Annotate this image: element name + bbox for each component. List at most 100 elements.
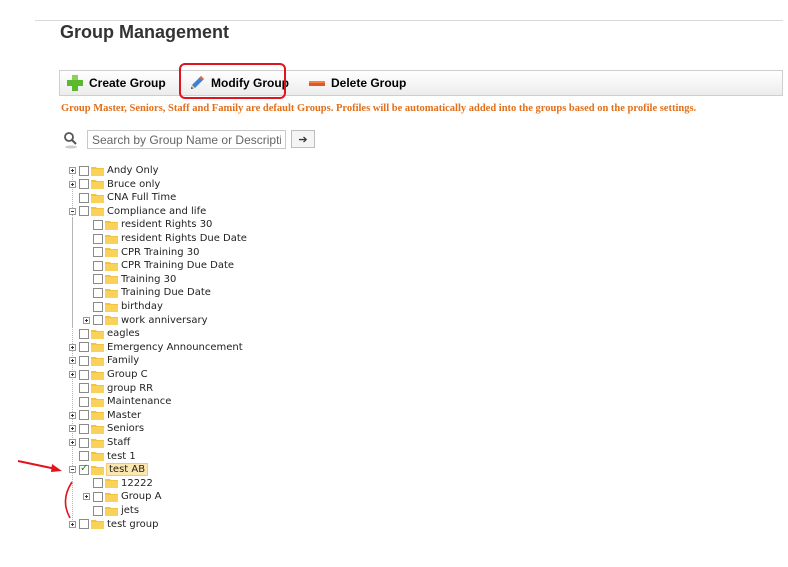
group-checkbox[interactable] [79,383,89,394]
tree-node-label[interactable]: Maintenance [106,396,172,407]
tree-node-label[interactable]: Family [106,355,140,366]
expand-plus-icon[interactable] [69,439,76,446]
tree-node[interactable]: Andy Only [69,164,160,177]
group-checkbox[interactable] [93,478,103,489]
expand-plus-icon[interactable] [69,425,76,433]
group-checkbox[interactable] [79,355,89,366]
tree-node-label[interactable]: resident Rights 30 [120,219,213,230]
tree-node-label[interactable]: work anniversary [120,315,209,326]
group-checkbox[interactable] [93,301,103,312]
tree-node-label[interactable]: Compliance and life [106,206,207,217]
tree-node-label[interactable]: CPR Training Due Date [120,260,235,271]
group-checkbox[interactable] [93,274,103,285]
tree-node-label[interactable]: Emergency Announcement [106,342,244,353]
tree-node[interactable]: Maintenance [69,395,172,408]
tree-node[interactable]: Master [69,409,142,422]
tree-node[interactable]: test 1 [69,450,137,463]
expand-plus-icon[interactable] [69,343,76,351]
expand-plus-icon[interactable] [69,167,76,174]
tree-node-label[interactable]: Andy Only [106,165,160,176]
tree-node[interactable]: CPR Training 30 [83,246,201,259]
tree-node[interactable]: test AB [69,463,149,477]
group-checkbox[interactable] [79,165,89,176]
tree-node[interactable]: Training 30 [83,273,177,286]
expand-plus-icon[interactable] [69,411,76,419]
group-checkbox[interactable] [79,369,89,380]
group-checkbox[interactable] [79,342,89,353]
tree-node-label[interactable]: Seniors [106,423,145,434]
group-checkbox[interactable] [93,233,103,244]
tree-node-label[interactable]: resident Rights Due Date [120,233,248,244]
create-group-button[interactable]: Create Group [66,71,166,95]
tree-node[interactable]: CNA Full Time [69,191,177,204]
tree-node[interactable]: Group C [69,368,149,381]
folder-icon [91,411,104,421]
group-checkbox[interactable] [79,423,89,434]
group-checkbox[interactable] [79,451,89,462]
tree-node-label[interactable]: jets [120,505,140,516]
tree-node[interactable]: Emergency Announcement [69,341,244,354]
expand-plus-icon[interactable] [83,316,90,324]
expand-plus-icon[interactable] [69,520,76,528]
expand-plus-icon[interactable] [69,371,76,378]
group-checkbox[interactable] [93,491,103,502]
group-checkbox[interactable] [79,437,89,448]
search-go-button[interactable]: ➔ [291,130,315,148]
group-checkbox[interactable] [79,410,89,421]
tree-node[interactable]: test group [69,518,159,531]
tree-node[interactable]: Training Due Date [83,286,212,299]
group-checkbox[interactable] [79,179,89,190]
tree-node-label[interactable]: test AB [106,463,149,477]
tree-node-label[interactable]: eagles [106,328,141,339]
group-checkbox[interactable] [79,519,89,530]
group-checkbox[interactable] [93,287,103,298]
tree-node[interactable]: Seniors [69,422,145,435]
tree-node-label[interactable]: Training 30 [120,274,177,285]
tree-node-label[interactable]: Group C [106,369,149,380]
tree-node-label[interactable]: group RR [106,383,154,394]
collapse-minus-icon[interactable] [69,207,76,215]
tree-node-label[interactable]: Staff [106,437,131,448]
tree-node-label[interactable]: 12222 [120,478,154,489]
tree-node[interactable]: resident Rights 30 [83,218,213,231]
tree-node-label[interactable]: birthday [120,301,164,312]
group-checkbox[interactable] [93,505,103,516]
group-checkbox[interactable] [93,219,103,230]
group-checkbox[interactable] [79,463,89,475]
tree-node[interactable]: resident Rights Due Date [83,232,248,245]
tree-node[interactable]: Staff [69,436,131,449]
tree-node[interactable]: CPR Training Due Date [83,259,235,272]
group-checkbox[interactable] [79,192,89,203]
tree-node[interactable]: Bruce only [69,178,161,191]
tree-node-label[interactable]: Master [106,410,142,421]
tree-node[interactable]: group RR [69,382,154,395]
tree-node[interactable]: 12222 [83,477,154,490]
expand-plus-icon[interactable] [83,493,90,501]
tree-node-label[interactable]: Group A [120,491,162,502]
expand-plus-icon[interactable] [69,180,76,188]
tree-node[interactable]: birthday [83,300,164,313]
tree-node-label[interactable]: Training Due Date [120,287,212,298]
tree-node-label[interactable]: test 1 [106,451,137,462]
tree-node[interactable]: work anniversary [83,314,209,327]
group-checkbox[interactable] [93,315,103,326]
group-checkbox[interactable] [93,260,103,271]
collapse-minus-icon[interactable] [69,466,76,474]
group-search-input[interactable] [87,130,286,149]
tree-node-label[interactable]: test group [106,519,159,530]
tree-node[interactable]: Family [69,354,140,367]
delete-group-button[interactable]: Delete Group [308,71,406,95]
tree-node[interactable]: Compliance and life [69,205,207,218]
expand-plus-icon[interactable] [69,357,76,365]
group-checkbox[interactable] [79,206,89,217]
group-checkbox[interactable] [93,247,103,258]
tree-node[interactable]: Group A [83,490,162,503]
group-checkbox[interactable] [79,396,89,407]
group-checkbox[interactable] [79,328,89,339]
tree-node[interactable]: jets [83,504,140,517]
tree-node[interactable]: eagles [69,327,141,340]
tree-node-label[interactable]: CPR Training 30 [120,247,201,258]
tree-node-label[interactable]: CNA Full Time [106,192,177,203]
tree-node-label[interactable]: Bruce only [106,179,161,190]
folder-icon [91,329,104,339]
